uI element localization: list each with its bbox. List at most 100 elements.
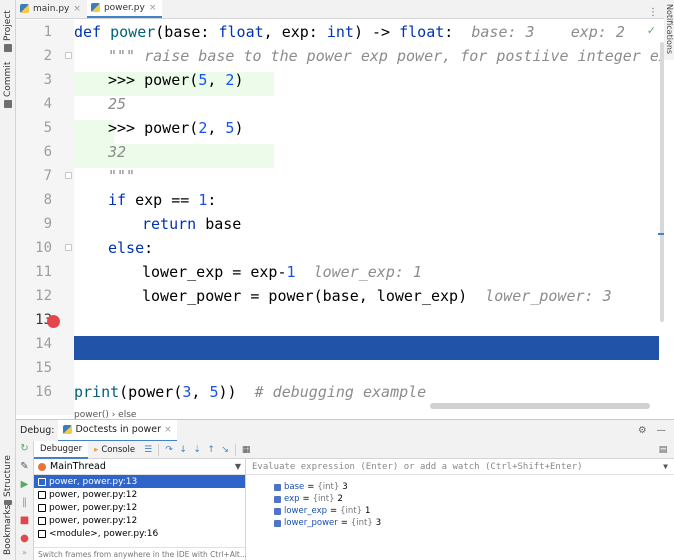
right-tool-strip: Notifications [664,0,674,60]
variable-row[interactable]: exp = {int} 2 [246,493,674,505]
variable-row[interactable]: lower_power = {int} 3 [246,517,674,529]
commit-icon [4,100,12,108]
line-number: 11 [35,264,52,280]
code-line-6: 32 [108,143,127,161]
pause-icon[interactable]: ‖ [19,497,30,508]
frame-icon [38,529,46,538]
line-number: 6 [43,144,52,160]
minimize-icon[interactable]: — [657,425,667,436]
frame-item[interactable]: <module>, power.py:16 [34,527,245,540]
frame-item[interactable]: power, power.py:12 [34,514,245,527]
python-icon [63,425,73,434]
fold-icon[interactable] [65,244,72,251]
thread-selector[interactable]: MainThread ▼ [34,459,245,475]
bookmarks-tool-tab[interactable]: Bookmarks [0,504,16,558]
line-number: 9 [43,216,52,232]
line-number: 14 [35,336,52,352]
code-line-13: return base*lower_power [142,311,350,329]
project-tool-label: Project [3,10,13,41]
line-number: 15 [35,360,52,376]
inlay-hint: base: 3 exp: 2 [453,23,625,41]
editor-tab-bar: main.py × power.py × ⋮ [16,0,664,19]
layout-icon[interactable]: ▤ [658,445,668,455]
debug-session-tab[interactable]: Doctests in power × [58,419,177,442]
close-icon[interactable]: × [164,425,172,435]
inlay-hint: lower_power: 3 [467,287,612,305]
code-editor[interactable]: 1 2 3 4 5 6 7 8 9 10 11 12 13 14 15 16 d… [16,20,664,419]
step-into-my-code-icon[interactable]: ⇣ [192,445,202,455]
breakpoint-icon[interactable] [47,315,60,328]
more-icon[interactable]: » [19,547,30,558]
left-tool-strip: Project Commit Structure Bookmarks [0,0,16,560]
code-line-5: >>> power(2, 5) [108,119,244,137]
code-line-12: lower_power = power(base, lower_exp) low… [142,287,612,305]
gear-icon[interactable]: ⚙ [638,425,647,436]
notifications-tool-label[interactable]: Notifications [665,4,674,54]
code-line-10: else: [108,239,154,257]
stop-icon[interactable]: ■ [19,515,30,526]
check-icon: ✓ [646,24,656,37]
console-label: Console [101,444,136,455]
debugger-toolbar: Debugger ▸ Console ☰ ↷ ↓ ⇣ ↑ ↘ ▦ ▤ [16,440,674,459]
tab-console[interactable]: ▸ Console [88,441,141,459]
ide-window: Project Commit Structure Bookmarks Notif… [0,0,674,560]
variable-row[interactable]: lower_exp = {int} 1 [246,505,674,517]
frames-menu-icon[interactable]: ☰ [143,445,153,455]
variable-icon [274,495,281,503]
line-number: 7 [43,168,52,184]
step-over-icon[interactable]: ↷ [164,445,174,455]
tab-power-py[interactable]: power.py × [86,0,163,18]
fold-icon[interactable] [65,172,72,179]
python-file-icon [20,4,29,13]
evaluate-expression-input[interactable]: Evaluate expression (Enter) or add a wat… [246,459,674,475]
code-line-9: return base [142,215,242,233]
line-number: 16 [35,384,52,400]
frame-item[interactable]: power, power.py:13 [34,475,245,488]
structure-tool-tab[interactable]: Structure [0,455,16,505]
folder-icon [4,44,12,52]
run-to-cursor-icon[interactable]: ↘ [220,445,230,455]
evaluate-icon[interactable]: ▦ [241,445,251,455]
line-number: 2 [43,48,52,64]
console-icon: ▸ [94,444,99,455]
vertical-scrollbar[interactable] [660,42,664,322]
debug-action-strip: ↻ ✎ ▶ ‖ ■ ● » [16,441,34,560]
close-icon[interactable]: × [73,4,81,14]
project-tool-tab[interactable]: Project [0,2,16,52]
rerun-icon[interactable]: ↻ [19,443,30,454]
chevron-down-icon: ▼ [234,462,241,471]
tab-label: power.py [103,2,145,13]
commit-tool-tab[interactable]: Commit [0,58,16,108]
debug-tool-header: Debug: Doctests in power × ⚙ — [16,419,674,442]
frame-item[interactable]: power, power.py:12 [34,501,245,514]
breadcrumb[interactable]: power() › else [74,410,136,419]
tab-debugger[interactable]: Debugger [34,440,89,459]
line-number: 1 [43,24,52,40]
horizontal-scrollbar[interactable] [430,403,650,409]
code-line-8: if exp == 1: [108,191,217,209]
line-number: 10 [35,240,52,256]
line-number: 5 [43,120,52,136]
close-icon[interactable]: × [149,3,157,13]
step-into-icon[interactable]: ↓ [178,445,188,455]
view-breakpoints-icon[interactable]: ● [19,533,30,544]
settings-wrench-icon[interactable]: ✎ [19,461,30,472]
code-line-7: """ [108,167,136,185]
code-line-3: >>> power(5, 2) [108,71,244,89]
frame-icon [38,516,46,525]
fold-icon[interactable] [65,52,72,59]
frame-item[interactable]: power, power.py:12 [34,488,245,501]
line-number: 4 [43,96,52,112]
chevron-down-icon[interactable]: ▼ [663,462,668,471]
variable-row[interactable]: base = {int} 3 [246,481,674,493]
code-line-11: lower_exp = exp-1 lower_exp: 1 [142,263,422,281]
more-tabs-icon[interactable]: ⋮ [648,7,664,18]
variable-icon [274,519,281,527]
resume-icon[interactable]: ▶ [19,479,30,490]
tab-main-py[interactable]: main.py × [16,0,87,18]
evaluate-placeholder: Evaluate expression (Enter) or add a wat… [252,461,583,472]
frame-icon [38,490,46,499]
step-out-icon[interactable]: ↑ [206,445,216,455]
bookmarks-tool-label: Bookmarks [3,504,13,555]
line-number: 8 [43,192,52,208]
